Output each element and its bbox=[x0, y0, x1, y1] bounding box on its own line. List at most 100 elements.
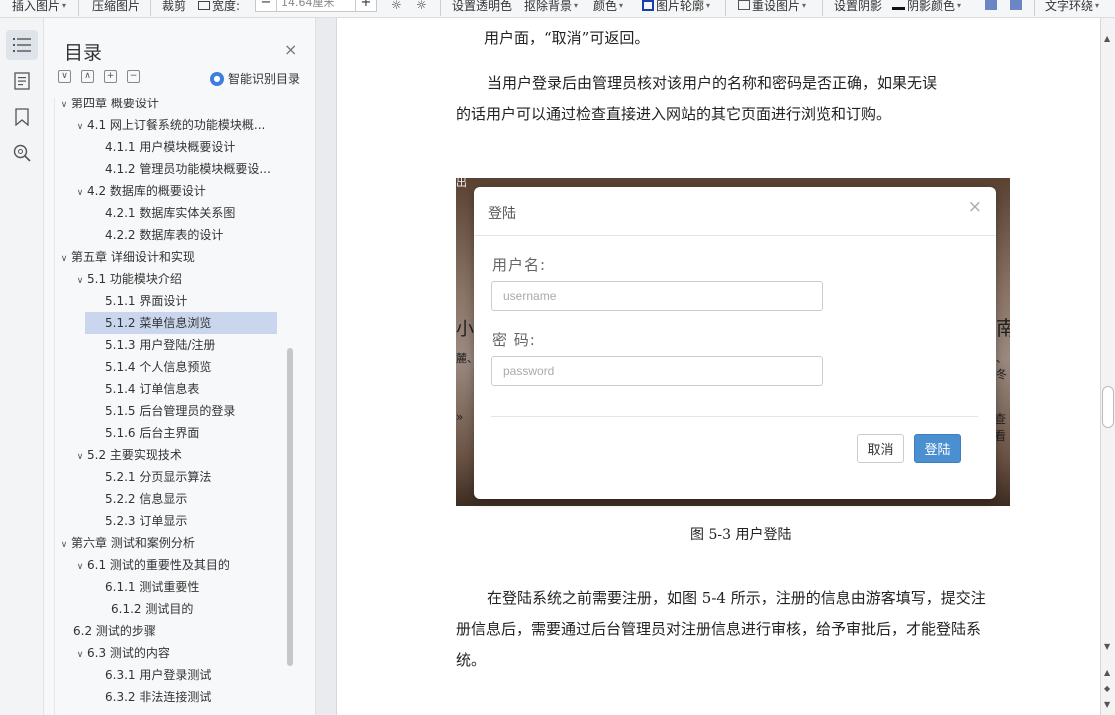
toc-item[interactable]: 5.2.2 信息显示 bbox=[85, 488, 277, 510]
bg-text: 出 bbox=[456, 178, 467, 189]
toc-item-label: 5.1 功能模块介绍 bbox=[87, 272, 182, 286]
toc-item-label: 4.2.1 数据库实体关系图 bbox=[105, 206, 236, 220]
login-modal: 登陆 × 用户名: 密 码: 取消 登陆 bbox=[474, 187, 996, 499]
scroll-down-icon[interactable]: ▼ bbox=[1104, 642, 1110, 651]
chapter-nav-button[interactable] bbox=[6, 66, 38, 96]
chevron-down-icon[interactable]: ∨ bbox=[57, 248, 71, 268]
chevron-down-icon[interactable]: ∨ bbox=[73, 116, 87, 136]
toc-item[interactable]: 5.1.2 菜单信息浏览 bbox=[85, 312, 277, 334]
toolbar-divider bbox=[822, 0, 823, 16]
toc-item-label: 5.2.3 订单显示 bbox=[105, 514, 188, 528]
brightness-down-icon[interactable]: ☼ bbox=[416, 0, 427, 14]
shadow-offset-left-icon[interactable] bbox=[985, 0, 997, 14]
toc-item[interactable]: 4.1.1 用户模块概要设计 bbox=[85, 136, 277, 158]
toc-item[interactable]: ∨ 第五章 详细设计和实现 bbox=[55, 246, 287, 268]
doc-paragraph-line: 在登陆系统之前需要注册，如图 5-4 所示，注册的信息由游客填写，提交注 bbox=[487, 589, 986, 607]
toc-item[interactable]: 5.1.3 用户登陆/注册 bbox=[85, 334, 277, 356]
width-increase-button[interactable]: + bbox=[356, 0, 376, 11]
insert-picture-button[interactable]: 插入图片 ▾ bbox=[12, 0, 66, 14]
toc-list: ∨ 第四章 概要设计 ∨ 4.1 网上订餐系统的功能模块概... 4.1.1 用户模块概… bbox=[54, 98, 296, 715]
login-button[interactable]: 登陆 bbox=[914, 434, 961, 463]
toc-item[interactable]: 6.3.1 用户登录测试 bbox=[85, 664, 277, 686]
toc-item[interactable]: ∨ 5.2 主要实现技术 bbox=[55, 444, 287, 466]
toc-item[interactable]: 4.2.2 数据库表的设计 bbox=[85, 224, 277, 246]
close-icon[interactable]: × bbox=[968, 197, 982, 217]
remove-heading-icon[interactable]: − bbox=[127, 70, 140, 83]
find-nav-button[interactable] bbox=[6, 138, 38, 168]
chevron-down-icon[interactable]: ∨ bbox=[57, 534, 71, 554]
bookmark-icon bbox=[15, 108, 29, 126]
toc-item[interactable]: 6.2 测试的步骤 bbox=[55, 620, 287, 642]
next-page-icon[interactable]: ▼ bbox=[1104, 700, 1110, 709]
add-heading-icon[interactable]: + bbox=[104, 70, 117, 83]
toc-toggle-button[interactable] bbox=[6, 30, 38, 60]
doc-paragraph-line: 册信息后，需要通过后台管理员对注册信息进行审核，给予审批后，才能登陆系 bbox=[456, 620, 982, 638]
shadow-color-button[interactable]: 阴影颜色 ▾ bbox=[892, 0, 961, 14]
password-input[interactable] bbox=[491, 356, 823, 386]
toc-item[interactable]: ∨ 6.3 测试的内容 bbox=[55, 642, 287, 664]
color-button[interactable]: 颜色 ▾ bbox=[593, 0, 623, 14]
width-input[interactable]: 14.64厘米 bbox=[276, 0, 356, 11]
toc-item-label: 5.1.2 菜单信息浏览 bbox=[105, 316, 212, 330]
width-label: 宽度: bbox=[198, 0, 240, 14]
chevron-down-icon[interactable]: ∨ bbox=[73, 446, 87, 466]
toc-item[interactable]: 5.1.6 后台主界面 bbox=[85, 422, 277, 444]
picture-outline-button[interactable]: 图片轮廓 ▾ bbox=[642, 0, 710, 14]
toc-item[interactable]: 5.1.1 界面设计 bbox=[85, 290, 277, 312]
bg-text: 查看 bbox=[994, 412, 1007, 443]
brightness-up-icon[interactable]: ☼ bbox=[391, 0, 402, 14]
toc-item[interactable]: 4.1.2 管理员功能模块概要设... bbox=[85, 158, 277, 180]
toc-item-label: 4.1.2 管理员功能模块概要设... bbox=[105, 162, 271, 176]
toc-item[interactable]: ∨ 4.2 数据库的概要设计 bbox=[55, 180, 287, 202]
width-stepper[interactable]: − 14.64厘米 + bbox=[255, 0, 377, 12]
chevron-down-icon[interactable]: ∨ bbox=[73, 644, 87, 664]
text-wrap-button[interactable]: 文字环绕 ▾ bbox=[1045, 0, 1099, 14]
toc-item-label: 5.2 主要实现技术 bbox=[87, 448, 182, 462]
toc-item[interactable]: 4.2.1 数据库实体关系图 bbox=[85, 202, 277, 224]
smart-toc-button[interactable]: ● 智能识别目录 bbox=[210, 70, 300, 87]
collapse-all-icon[interactable]: ∨ bbox=[58, 70, 71, 83]
scroll-up-icon[interactable]: ▲ bbox=[1104, 34, 1110, 43]
toc-item[interactable]: 5.1.4 个人信息预览 bbox=[85, 356, 277, 378]
toc-item[interactable]: 6.1.1 测试重要性 bbox=[85, 576, 277, 598]
remove-background-button[interactable]: 抠除背景 ▾ bbox=[524, 0, 578, 14]
toc-item[interactable]: 5.1.5 后台管理员的登录 bbox=[85, 400, 277, 422]
width-decrease-button[interactable]: − bbox=[256, 0, 276, 11]
toc-item[interactable]: ∨ 5.1 功能模块介绍 bbox=[55, 268, 287, 290]
toc-item[interactable]: ∨ 4.1 网上订餐系统的功能模块概... bbox=[55, 114, 287, 136]
toc-item[interactable]: ∨ 6.1 测试的重要性及其目的 bbox=[55, 554, 287, 576]
close-icon[interactable]: × bbox=[284, 40, 297, 59]
set-shadow-button[interactable]: 设置阴影 bbox=[834, 0, 882, 14]
toc-item[interactable]: 5.1.4 订单信息表 bbox=[85, 378, 277, 400]
toc-item[interactable]: ∨ 第六章 测试和案例分析 bbox=[55, 532, 287, 554]
shadow-offset-right-icon[interactable] bbox=[1010, 0, 1022, 14]
chevron-down-icon[interactable]: ∨ bbox=[57, 98, 71, 114]
chevron-down-icon[interactable]: ∨ bbox=[73, 182, 87, 202]
set-transparent-color-button[interactable]: 设置透明色 bbox=[452, 0, 512, 14]
toc-scrollbar[interactable] bbox=[287, 348, 293, 666]
compress-picture-button[interactable]: 压缩图片 bbox=[92, 0, 140, 14]
toc-item[interactable]: ∨ 第四章 概要设计 bbox=[55, 98, 287, 114]
search-icon bbox=[13, 144, 31, 162]
toc-item-label: 6.1 测试的重要性及其目的 bbox=[87, 558, 230, 572]
document-scrollbar[interactable] bbox=[1101, 18, 1115, 715]
toc-item[interactable]: 6.3.2 非法连接测试 bbox=[85, 686, 277, 708]
chevron-down-icon[interactable]: ∨ bbox=[73, 556, 87, 576]
bookmark-nav-button[interactable] bbox=[6, 102, 38, 132]
chevron-down-icon[interactable]: ∨ bbox=[73, 270, 87, 290]
bg-text: 南 bbox=[996, 316, 1010, 340]
toc-item-label: 4.1 网上订餐系统的功能模块概... bbox=[87, 118, 266, 132]
reset-picture-button[interactable]: 重设图片 ▾ bbox=[738, 0, 806, 14]
doc-paragraph-line: 当用户登录后由管理员核对该用户的名称和密码是否正确，如果无误 bbox=[487, 74, 938, 92]
scroll-thumb[interactable] bbox=[1102, 386, 1114, 428]
toc-item[interactable]: 6.1.2 测试目的 bbox=[85, 598, 277, 620]
page-nav-icon[interactable]: ◆ bbox=[1104, 684, 1110, 693]
crop-button[interactable]: 裁剪 bbox=[162, 0, 186, 14]
username-input[interactable] bbox=[491, 281, 823, 311]
cancel-button[interactable]: 取消 bbox=[857, 434, 904, 463]
toc-item[interactable]: 5.2.3 订单显示 bbox=[85, 510, 277, 532]
previous-page-icon[interactable]: ▲ bbox=[1104, 668, 1110, 677]
toc-item[interactable]: 5.2.1 分页显示算法 bbox=[85, 466, 277, 488]
toolbar-divider bbox=[1034, 0, 1035, 16]
expand-level-icon[interactable]: ∧ bbox=[81, 70, 94, 83]
